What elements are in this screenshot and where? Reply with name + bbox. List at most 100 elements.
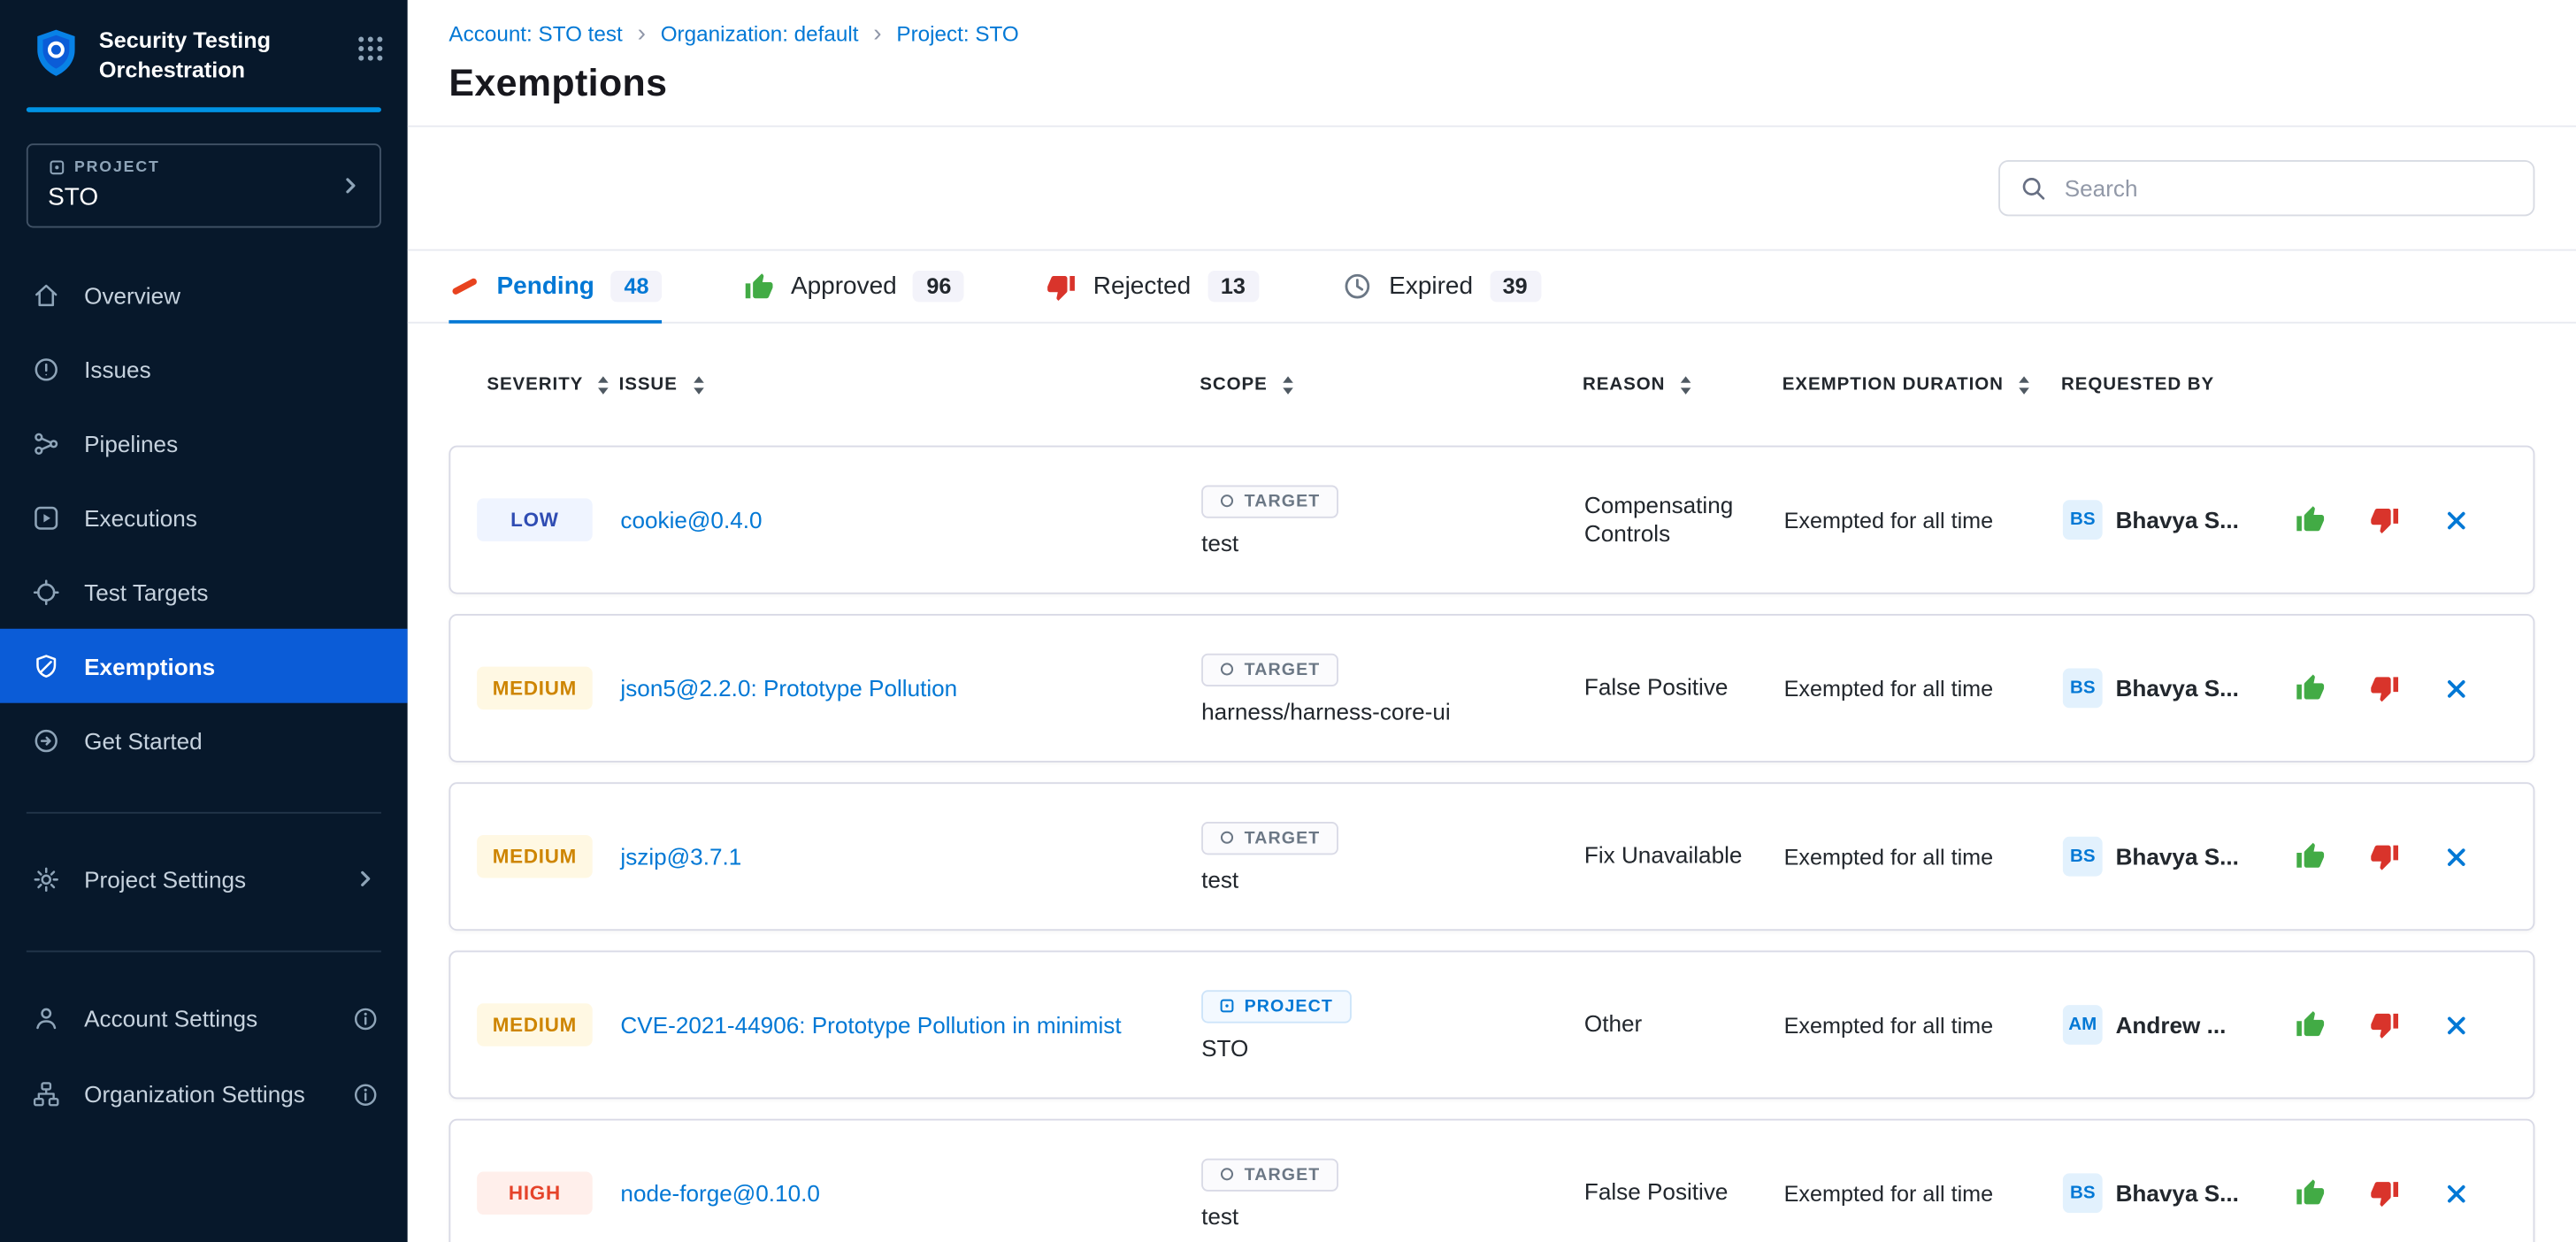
requested-by: BS Bhavya S...	[2063, 1173, 2296, 1213]
scope-chip: PROJECT	[1201, 989, 1351, 1022]
requested-by: BS Bhavya S...	[2063, 500, 2296, 540]
tab-label: Rejected	[1093, 272, 1191, 301]
sidebar-divider	[27, 951, 381, 953]
pending-icon	[448, 271, 479, 302]
cancel-button[interactable]	[2444, 1012, 2469, 1037]
clock-icon	[1341, 271, 1372, 302]
sidebar-item-test-targets[interactable]: Test Targets	[0, 555, 408, 629]
sidebar-item-account-settings[interactable]: Account Settings	[0, 980, 408, 1056]
sidebar: Security Testing Orchestration PROJECT S…	[0, 0, 408, 1242]
project-selector[interactable]: PROJECT STO	[27, 143, 381, 227]
approve-button[interactable]	[2296, 1178, 2326, 1208]
breadcrumb-account[interactable]: Account: STO test	[448, 21, 622, 46]
exemptions-icon	[30, 651, 63, 681]
reason: False Positive	[1584, 674, 1784, 703]
page-title: Exemptions	[448, 61, 2534, 105]
tab-pending[interactable]: Pending 48	[448, 251, 662, 322]
thumbs-down-icon	[2370, 841, 2400, 871]
sidebar-item-get-started[interactable]: Get Started	[0, 703, 408, 778]
issue-link[interactable]: CVE-2021-44906: Prototype Pollution in m…	[620, 1008, 1121, 1042]
tab-count: 13	[1208, 271, 1259, 302]
target-scope-icon	[1220, 494, 1235, 509]
tab-expired[interactable]: Expired 39	[1341, 251, 1541, 322]
sto-logo-icon[interactable]	[30, 27, 83, 80]
tab-count: 39	[1490, 271, 1541, 302]
table-row: MEDIUM jszip@3.7.1 TARGET test Fix Unava…	[448, 782, 2534, 931]
sidebar-item-issues[interactable]: Issues	[0, 332, 408, 406]
reject-button[interactable]	[2370, 505, 2400, 535]
sort-icon	[2017, 374, 2032, 395]
target-icon	[30, 577, 63, 607]
breadcrumb-project[interactable]: Project: STO	[896, 21, 1018, 46]
gear-icon	[30, 864, 63, 894]
tab-approved[interactable]: Approved 96	[745, 251, 965, 322]
issues-icon	[30, 354, 63, 384]
info-icon[interactable]	[353, 1082, 378, 1107]
sidebar-item-overview[interactable]: Overview	[0, 257, 408, 332]
sidebar-item-pipelines[interactable]: Pipelines	[0, 406, 408, 480]
severity-badge: MEDIUM	[477, 835, 593, 878]
column-header-severity[interactable]: SEVERITY	[448, 374, 618, 395]
sidebar-item-label: Account Settings	[84, 1005, 257, 1031]
requested-by: AM Andrew ...	[2063, 1005, 2296, 1045]
table-row: HIGH node-forge@0.10.0 TARGET test False…	[448, 1119, 2534, 1242]
exemption-duration: Exempted for all time	[1784, 508, 2063, 533]
requester-name: Bhavya S...	[2116, 843, 2239, 870]
search-input[interactable]	[2061, 173, 2513, 203]
sidebar-nav: Overview Issues Pipelines Executions Tes…	[0, 257, 408, 778]
approve-button[interactable]	[2296, 505, 2326, 535]
issue-link[interactable]: cookie@0.4.0	[620, 502, 762, 537]
reject-button[interactable]	[2370, 1178, 2400, 1208]
scope-value: test	[1201, 865, 1238, 892]
issue-link[interactable]: jszip@3.7.1	[620, 840, 741, 874]
issue-link[interactable]: node-forge@0.10.0	[620, 1176, 819, 1210]
close-icon	[2444, 844, 2469, 869]
column-header-scope[interactable]: SCOPE	[1200, 374, 1583, 395]
close-icon	[2444, 1181, 2469, 1206]
cancel-button[interactable]	[2444, 676, 2469, 701]
thumbs-down-icon	[1047, 272, 1077, 302]
close-icon	[2444, 676, 2469, 701]
chevron-right-icon	[338, 172, 363, 197]
sidebar-item-label: Project Settings	[84, 866, 246, 893]
approve-button[interactable]	[2296, 841, 2326, 871]
column-header-exemption-duration[interactable]: EXEMPTION DURATION	[1782, 374, 2061, 395]
sidebar-item-executions[interactable]: Executions	[0, 480, 408, 555]
breadcrumb-organization[interactable]: Organization: default	[661, 21, 859, 46]
reason: Other	[1584, 1010, 1784, 1039]
project-selector-value: STO	[48, 183, 338, 211]
exemptions-list: LOW cookie@0.4.0 TARGET test Compensatin…	[448, 446, 2534, 1242]
reject-button[interactable]	[2370, 841, 2400, 871]
column-header-issue[interactable]: ISSUE	[619, 374, 1200, 395]
requester-name: Bhavya S...	[2116, 1180, 2239, 1207]
reject-button[interactable]	[2370, 673, 2400, 703]
cancel-button[interactable]	[2444, 1181, 2469, 1206]
sidebar-item-organization-settings[interactable]: Organization Settings	[0, 1056, 408, 1132]
sidebar-item-label: Get Started	[84, 727, 203, 754]
thumbs-down-icon	[2370, 1178, 2400, 1208]
reason: Compensating Controls	[1584, 491, 1784, 548]
app-viewport: Security Testing Orchestration PROJECT S…	[0, 0, 2576, 1242]
thumbs-down-icon	[2370, 505, 2400, 535]
sidebar-item-label: Executions	[84, 504, 197, 531]
info-icon[interactable]	[353, 1006, 378, 1031]
reject-button[interactable]	[2370, 1010, 2400, 1040]
close-icon	[2444, 508, 2469, 533]
sidebar-item-project-settings[interactable]: Project Settings	[0, 842, 408, 916]
column-header-reason[interactable]: REASON	[1583, 374, 1782, 395]
close-icon	[2444, 1012, 2469, 1037]
sidebar-item-exemptions[interactable]: Exemptions	[0, 629, 408, 703]
thumbs-up-icon	[2296, 505, 2326, 535]
approve-button[interactable]	[2296, 673, 2326, 703]
cancel-button[interactable]	[2444, 508, 2469, 533]
avatar: BS	[2063, 837, 2103, 877]
sort-icon	[1281, 374, 1296, 395]
avatar: AM	[2063, 1005, 2103, 1045]
cancel-button[interactable]	[2444, 844, 2469, 869]
breadcrumb: Account: STO test › Organization: defaul…	[448, 21, 2534, 46]
approve-button[interactable]	[2296, 1010, 2326, 1040]
module-switcher-icon[interactable]	[356, 34, 385, 71]
issue-link[interactable]: json5@2.2.0: Prototype Pollution	[620, 671, 957, 705]
tab-rejected[interactable]: Rejected 13	[1047, 251, 1259, 322]
status-tabs: Pending 48 Approved 96 Rejected 13 Expir…	[408, 251, 2576, 324]
